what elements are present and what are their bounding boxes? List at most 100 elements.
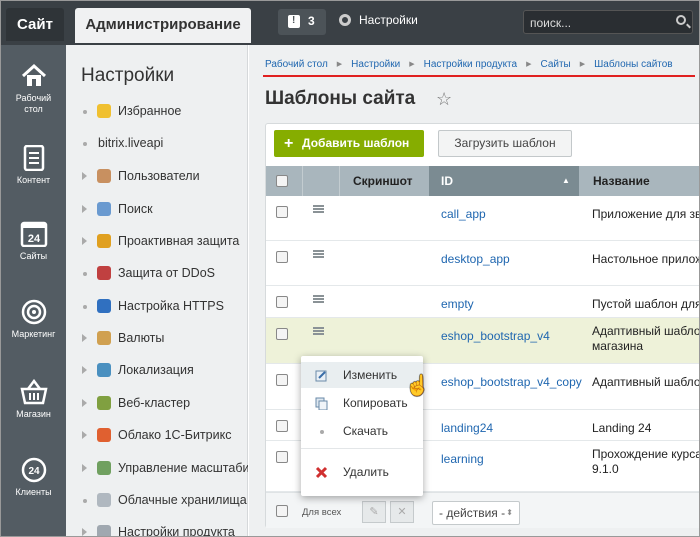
row-id-link[interactable]: desktop_app bbox=[441, 252, 510, 266]
header-name[interactable]: Название bbox=[593, 174, 650, 188]
row-id-link[interactable]: learning bbox=[441, 452, 484, 466]
tab-site[interactable]: Сайт bbox=[6, 8, 64, 41]
sidebar-item[interactable]: Избранное bbox=[80, 104, 248, 124]
bullet-icon bbox=[83, 305, 87, 309]
nav-desktop-label: Рабочий стол bbox=[15, 93, 52, 114]
scale-icon bbox=[97, 461, 111, 475]
search-input[interactable]: поиск... bbox=[523, 10, 693, 34]
sidebar-item-label: Поиск bbox=[118, 202, 153, 216]
expand-arrow-icon[interactable] bbox=[82, 237, 87, 245]
sidebar-item-label: bitrix.liveapi bbox=[98, 136, 164, 150]
row-id-link[interactable]: empty bbox=[441, 297, 474, 311]
settings-link[interactable]: Настройки bbox=[339, 13, 418, 27]
delete-x-icon[interactable]: ✕ bbox=[390, 501, 414, 523]
search-icon bbox=[97, 202, 111, 216]
user-icon bbox=[97, 169, 111, 183]
row-menu-icon[interactable] bbox=[313, 250, 324, 258]
sidebar-item[interactable]: Поиск bbox=[80, 202, 248, 222]
tab-administration[interactable]: Администрирование bbox=[75, 8, 251, 43]
breadcrumb-item[interactable]: Сайты bbox=[540, 59, 570, 70]
table-row[interactable]: desktop_app Настольное прилож bbox=[266, 241, 699, 286]
sidebar-item[interactable]: bitrix.liveapi bbox=[80, 136, 248, 156]
nav-sites-number: 24 bbox=[27, 233, 40, 245]
row-checkbox[interactable] bbox=[276, 374, 288, 386]
sidebar-item[interactable]: Защита от DDoS bbox=[80, 266, 248, 286]
menu-item-download[interactable]: Скачать bbox=[301, 418, 423, 444]
row-name-line2: 9.1.0 bbox=[592, 462, 619, 476]
sidebar-item[interactable]: Проактивная защита bbox=[80, 234, 248, 254]
storage-icon bbox=[97, 493, 111, 507]
breadcrumb-item[interactable]: Настройки bbox=[351, 59, 400, 70]
sidebar-item[interactable]: Локализация bbox=[80, 363, 248, 383]
breadcrumb: Рабочий стол ▶ Настройки ▶ Настройки продукт… bbox=[265, 59, 673, 70]
select-all-checkbox[interactable] bbox=[276, 175, 288, 187]
row-name: Адаптивный шабло bbox=[592, 375, 700, 389]
sidebar-title: Настройки bbox=[81, 65, 175, 86]
nav-desktop[interactable]: Рабочий стол bbox=[1, 63, 66, 115]
sidebar-item[interactable]: Пользователи bbox=[80, 169, 248, 189]
nav-content[interactable]: Контент bbox=[1, 145, 66, 186]
sidebar-item-label: Настройка HTTPS bbox=[118, 299, 224, 313]
table-row[interactable]: empty Пустой шаблон для bbox=[266, 286, 700, 318]
row-id-link[interactable]: landing24 bbox=[441, 421, 493, 435]
edit-pencil-icon[interactable]: ✎ bbox=[362, 501, 386, 523]
expand-arrow-icon[interactable] bbox=[82, 205, 87, 213]
row-checkbox[interactable] bbox=[276, 420, 288, 432]
for-all-checkbox[interactable] bbox=[276, 505, 288, 517]
row-id-link[interactable]: eshop_bootstrap_v4_copy bbox=[441, 375, 582, 389]
menu-item-delete[interactable]: Удалить bbox=[301, 459, 423, 485]
sidebar-item-label: Облако 1С-Битрикс bbox=[118, 428, 232, 442]
sidebar-item[interactable]: Веб-кластер bbox=[80, 396, 248, 416]
breadcrumb-item[interactable]: Рабочий стол bbox=[265, 59, 328, 70]
search-icon[interactable] bbox=[676, 15, 686, 25]
nav-clients[interactable]: 24 Клиенты bbox=[1, 457, 66, 498]
row-id-link[interactable]: eshop_bootstrap_v4 bbox=[441, 329, 550, 343]
row-checkbox[interactable] bbox=[276, 206, 288, 218]
row-checkbox[interactable] bbox=[276, 328, 288, 340]
delete-icon bbox=[315, 466, 328, 479]
row-checkbox[interactable] bbox=[276, 251, 288, 263]
header-id-sorted[interactable]: ID ▲ bbox=[429, 166, 579, 196]
expand-arrow-icon[interactable] bbox=[82, 172, 87, 180]
expand-arrow-icon[interactable] bbox=[82, 464, 87, 472]
notification-icon bbox=[288, 15, 300, 28]
favorite-star-icon[interactable]: ☆ bbox=[436, 89, 452, 110]
expand-arrow-icon[interactable] bbox=[82, 366, 87, 374]
header-screenshot[interactable]: Скриншот bbox=[353, 174, 413, 188]
nav-sites[interactable]: 24 Сайты bbox=[1, 221, 66, 262]
row-name: Пустой шаблон для bbox=[592, 297, 700, 311]
sidebar-item[interactable]: Управление масштабир bbox=[80, 461, 248, 481]
breadcrumb-item[interactable]: Шаблоны сайтов bbox=[594, 59, 673, 70]
row-checkbox[interactable] bbox=[276, 451, 288, 463]
expand-arrow-icon[interactable] bbox=[82, 334, 87, 342]
expand-arrow-icon[interactable] bbox=[82, 399, 87, 407]
sidebar-item[interactable]: Облачные хранилища bbox=[80, 493, 248, 513]
left-nav: Рабочий стол Контент 24 Сайты Маркетинг … bbox=[1, 45, 66, 536]
settings-sidebar: Настройки Избранное bitrix.liveapi Пользов… bbox=[66, 45, 248, 536]
row-menu-icon[interactable] bbox=[313, 327, 324, 335]
add-template-button[interactable]: + Добавить шаблон bbox=[274, 130, 424, 157]
expand-arrow-icon[interactable] bbox=[82, 528, 87, 536]
sidebar-item[interactable]: Настройка HTTPS bbox=[80, 299, 248, 319]
row-checkbox[interactable] bbox=[276, 296, 288, 308]
row-menu-icon[interactable] bbox=[313, 295, 324, 303]
actions-select[interactable]: - действия - ⬍ bbox=[432, 501, 520, 525]
notifications-button[interactable]: 3 bbox=[278, 9, 326, 35]
sidebar-item-label: Управление масштабир bbox=[118, 461, 248, 475]
table-row[interactable]: call_app Приложение для зв bbox=[266, 196, 699, 241]
nav-shop[interactable]: Магазин bbox=[1, 379, 66, 420]
row-menu-icon[interactable] bbox=[313, 205, 324, 213]
document-icon bbox=[23, 145, 44, 171]
load-template-button[interactable]: Загрузить шаблон bbox=[438, 130, 572, 157]
expand-arrow-icon[interactable] bbox=[82, 431, 87, 439]
breadcrumb-item[interactable]: Настройки продукта bbox=[424, 59, 517, 70]
row-id-link[interactable]: call_app bbox=[441, 207, 486, 221]
nav-marketing[interactable]: Маркетинг bbox=[1, 299, 66, 340]
sidebar-item[interactable]: Облако 1С-Битрикс bbox=[80, 428, 248, 448]
sidebar-item[interactable]: Валюты bbox=[80, 331, 248, 351]
row-name: Адаптивный шабло bbox=[592, 324, 700, 338]
row-name: Landing 24 bbox=[592, 421, 652, 435]
bullet-icon bbox=[83, 110, 87, 114]
basket-icon bbox=[19, 379, 48, 405]
sidebar-item[interactable]: Настройки продукта bbox=[80, 525, 248, 536]
